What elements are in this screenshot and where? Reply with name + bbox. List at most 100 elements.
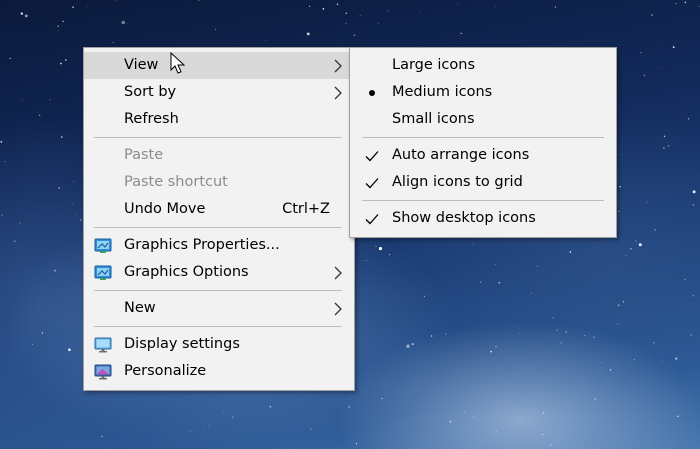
star	[690, 334, 693, 336]
star	[19, 222, 21, 224]
star	[495, 431, 497, 433]
menu-item-new[interactable]: New	[84, 295, 354, 322]
checkmark-icon	[365, 178, 379, 189]
menu-separator	[362, 137, 604, 138]
star	[496, 415, 498, 417]
star	[121, 20, 126, 25]
star	[569, 251, 572, 253]
menu-item-personalize[interactable]: Personalize	[84, 358, 354, 385]
star	[41, 332, 44, 334]
star	[630, 248, 632, 250]
star	[498, 281, 501, 284]
desktop-background[interactable]: View Sort by Refresh Paste Paste shortcu…	[0, 0, 700, 449]
star	[651, 14, 654, 16]
star	[646, 201, 648, 203]
star	[449, 421, 452, 423]
menu-item-label: Graphics Properties...	[124, 237, 280, 253]
star	[215, 29, 217, 31]
star	[39, 114, 41, 116]
star	[633, 358, 635, 361]
menu-separator	[362, 200, 604, 201]
star	[519, 333, 521, 334]
star	[609, 368, 612, 371]
submenu-item-label: Auto arrange icons	[392, 147, 530, 163]
star	[197, 0, 200, 1]
star	[552, 317, 554, 319]
star	[625, 254, 627, 256]
star	[387, 10, 389, 12]
star	[663, 147, 665, 149]
star	[444, 333, 447, 335]
menu-item-graphics-options[interactable]: Graphics Options	[84, 259, 354, 286]
star	[388, 254, 391, 256]
star	[550, 444, 552, 446]
submenu-item-medium-icons[interactable]: Medium icons	[350, 79, 616, 106]
monitor-icon	[94, 337, 112, 353]
menu-item-label: Personalize	[124, 363, 207, 379]
menu-item-label: Refresh	[124, 111, 179, 127]
star	[661, 360, 663, 361]
star	[127, 22, 129, 24]
menu-item-display-settings[interactable]: Display settings	[84, 331, 354, 358]
star	[381, 397, 383, 400]
star	[490, 350, 492, 353]
star	[464, 412, 466, 414]
submenu-item-label: Large icons	[392, 57, 476, 73]
star	[13, 240, 16, 243]
menu-item-refresh[interactable]: Refresh	[84, 106, 354, 133]
star	[57, 25, 60, 28]
star	[495, 345, 497, 348]
star	[24, 14, 28, 18]
star	[692, 295, 695, 297]
star	[658, 67, 660, 69]
star	[54, 269, 56, 272]
star	[9, 57, 11, 60]
menu-item-graphics-properties[interactable]: Graphics Properties...	[84, 232, 354, 259]
star	[189, 430, 191, 432]
star	[653, 342, 655, 344]
submenu-item-align-icons-to-grid[interactable]: Align icons to grid	[350, 169, 616, 196]
star	[635, 240, 637, 242]
star	[494, 5, 496, 7]
star	[423, 295, 425, 297]
star	[204, 426, 205, 427]
menu-item-label: Display settings	[124, 336, 240, 352]
star	[21, 99, 23, 101]
star	[687, 118, 690, 120]
menu-item-label: New	[124, 300, 156, 316]
submenu-item-label: Small icons	[392, 111, 475, 127]
submenu-item-auto-arrange-icons[interactable]: Auto arrange icons	[350, 142, 616, 169]
submenu-item-small-icons[interactable]: Small icons	[350, 106, 616, 133]
menu-separator	[94, 137, 342, 138]
menu-item-sort-by[interactable]: Sort by	[84, 79, 354, 106]
star	[677, 415, 679, 417]
mouse-pointer-icon	[170, 52, 186, 74]
menu-separator	[94, 227, 342, 228]
submenu-item-label: Align icons to grid	[392, 174, 523, 190]
star	[306, 32, 310, 36]
star	[378, 247, 383, 251]
star	[431, 335, 433, 337]
star	[659, 39, 661, 41]
submenu-item-large-icons[interactable]: Large icons	[350, 52, 616, 79]
star	[62, 20, 64, 23]
star	[542, 412, 545, 414]
graphics-icon	[94, 265, 112, 280]
star	[65, 59, 67, 61]
star	[208, 425, 210, 427]
star	[356, 443, 358, 445]
chevron-right-icon	[334, 86, 342, 100]
star	[411, 343, 414, 345]
submenu-item-label: Medium icons	[392, 84, 493, 100]
star	[675, 2, 677, 5]
star	[619, 185, 621, 188]
menu-item-undo-move[interactable]: Undo Move Ctrl+Z	[84, 196, 354, 223]
star	[640, 51, 642, 54]
star	[698, 5, 700, 7]
submenu-item-show-desktop-icons[interactable]: Show desktop icons	[350, 205, 616, 232]
star	[322, 8, 325, 10]
star	[75, 214, 77, 215]
menu-item-view[interactable]: View	[84, 52, 354, 79]
star	[353, 34, 356, 36]
menu-item-label: View	[124, 57, 159, 73]
